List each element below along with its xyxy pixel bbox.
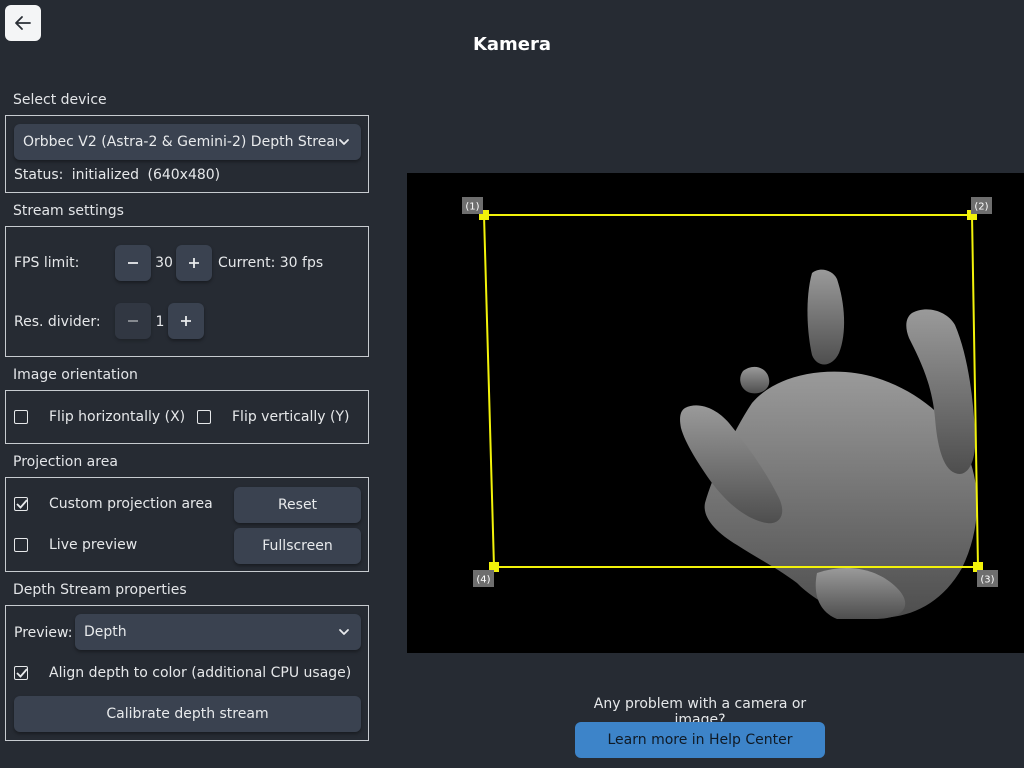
camera-settings-window: Kamera Select device Orbbec V2 (Astra-2 … [0,0,1024,768]
flip-vertical-checkbox[interactable] [197,410,211,424]
help-center-button[interactable]: Learn more in Help Center [575,722,825,758]
minus-icon [128,262,138,264]
fps-decrement-button[interactable] [115,245,151,281]
live-preview-checkbox[interactable] [14,538,28,552]
flip-horizontal-label: Flip horizontally (X) [49,409,186,425]
custom-projection-label: Custom projection area [49,496,213,512]
fps-limit-value[interactable]: 30 [151,255,177,271]
page-title: Kamera [472,34,552,55]
calibrate-depth-button[interactable]: Calibrate depth stream [14,696,361,732]
chevron-down-icon [339,629,349,635]
depth-preview-canvas: (1) (2) (3) (4) [462,197,998,619]
corner-label-1: (1) [465,202,479,213]
res-divider-value[interactable]: 1 [151,314,169,330]
fps-current: Current: 30 fps [218,255,324,271]
device-status-label: Status: [14,167,64,183]
fps-limit-label: FPS limit: [14,255,80,271]
flip-horizontal-checkbox[interactable] [14,410,28,424]
device-status: Status: initialized (640x480) [14,167,220,183]
custom-projection-checkbox[interactable] [14,497,28,511]
camera-preview[interactable]: (1) (2) (3) (4) [407,173,1024,653]
res-increment-button[interactable] [168,303,204,339]
reset-button[interactable]: Reset [234,487,361,523]
plus-icon [181,316,191,326]
corner-label-2: (2) [974,202,988,213]
check-icon [16,668,28,678]
device-resolution: (640x480) [147,167,221,183]
live-preview-label: Live preview [49,537,138,553]
plus-icon [189,258,199,268]
section-label-image-orientation: Image orientation [13,367,138,383]
chevron-down-icon [339,139,349,145]
res-divider-label: Res. divider: [14,314,101,330]
section-label-depth-stream: Depth Stream properties [13,582,187,598]
device-dropdown[interactable]: Orbbec V2 (Astra-2 & Gemini-2) Depth Str… [14,124,361,160]
align-depth-label: Align depth to color (additional CPU usa… [49,665,352,681]
section-label-projection-area: Projection area [13,454,118,470]
check-icon [16,499,28,509]
fps-increment-button[interactable] [176,245,212,281]
minus-icon [128,320,138,322]
flip-vertical-label: Flip vertically (Y) [232,409,350,425]
section-label-select-device: Select device [13,92,107,108]
device-dropdown-value: Orbbec V2 (Astra-2 & Gemini-2) Depth Str… [23,134,337,150]
corner-label-4: (4) [476,575,490,586]
device-status-value: initialized [71,167,140,183]
corner-label-3: (3) [980,575,994,586]
arrow-left-icon [15,16,31,30]
res-decrement-button[interactable] [115,303,151,339]
fullscreen-button[interactable]: Fullscreen [234,528,361,564]
section-label-stream-settings: Stream settings [13,203,124,219]
preview-mode-value: Depth [84,624,127,640]
preview-mode-label: Preview: [14,625,73,641]
preview-mode-dropdown[interactable]: Depth [75,614,361,650]
align-depth-checkbox[interactable] [14,666,28,680]
